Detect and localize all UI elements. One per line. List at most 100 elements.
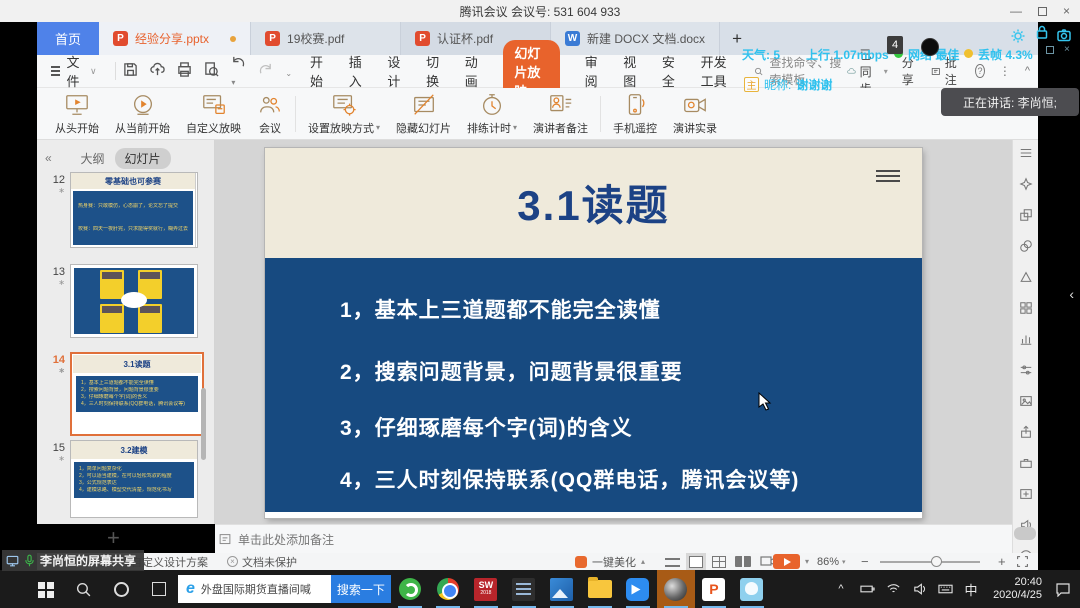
fit-screen-icon[interactable] bbox=[1016, 553, 1029, 570]
app-photos-icon[interactable] bbox=[543, 570, 581, 608]
toolbox-icon[interactable] bbox=[1019, 456, 1033, 475]
share-button[interactable]: 分享 bbox=[902, 54, 917, 88]
tool-meeting[interactable]: 会议 bbox=[249, 92, 291, 136]
slide-body-block[interactable]: 1，基本上三道题都不能完全读懂 2，搜索问题背景，问题背景很重要 3，仔细琢磨每… bbox=[265, 258, 922, 512]
chart-icon[interactable] bbox=[1019, 332, 1033, 351]
normal-view-icon[interactable] bbox=[689, 556, 703, 568]
tab-review[interactable]: 审阅 bbox=[585, 52, 599, 90]
ime-indicator[interactable]: 中 bbox=[960, 574, 982, 604]
slide-thumbnail-12[interactable]: 零基础也可参赛 热身赛：只敢模仿，心态崩了，论文忘了提交 校赛：四天一夜肝完，只… bbox=[70, 172, 198, 248]
tray-expand-icon[interactable]: ^ bbox=[830, 574, 852, 604]
clock[interactable]: 20:40 2020/4/25 bbox=[986, 576, 1042, 602]
tab-doc-pptx[interactable]: P 经验分享.pptx bbox=[99, 22, 251, 55]
collapse-panel-icon[interactable]: « bbox=[45, 151, 52, 165]
minimize-icon[interactable]: — bbox=[1010, 5, 1022, 17]
slide-point[interactable]: 2，搜索问题背景，问题背景很重要 bbox=[340, 356, 683, 386]
zoom-in-button[interactable]: + bbox=[998, 553, 1006, 570]
avatar[interactable] bbox=[921, 38, 939, 56]
save-icon[interactable] bbox=[123, 62, 138, 80]
undo-icon[interactable]: ▾ bbox=[231, 55, 246, 88]
slide-title[interactable]: 3.1读题 bbox=[265, 148, 922, 233]
taskbar-search-icon[interactable] bbox=[64, 570, 102, 608]
output-icon[interactable] bbox=[150, 62, 165, 80]
image-icon[interactable] bbox=[1019, 394, 1033, 413]
slide-thumbnail-15[interactable]: 3.2建模 1，简单问题复杂化 2，可以适当建模，在可以轻松驾驭的程度 3，公式… bbox=[70, 440, 198, 518]
app-tencent-meeting-icon[interactable] bbox=[619, 570, 657, 608]
notes-view-icon[interactable] bbox=[665, 558, 680, 567]
tool-from-current[interactable]: 从当前开始 bbox=[107, 92, 178, 136]
slide-point[interactable]: 4，三人时刻保持联系(QQ群电话，腾讯会议等) bbox=[340, 464, 799, 494]
tab-home[interactable]: 首页 bbox=[37, 22, 99, 55]
tab-transition[interactable]: 切换 bbox=[426, 52, 440, 90]
tool-setup-show[interactable]: 设置放映方式 bbox=[300, 92, 388, 136]
cortana-icon[interactable] bbox=[102, 570, 140, 608]
app-wps-icon[interactable]: P bbox=[695, 570, 733, 608]
slide-title-block[interactable]: 3.1读题 bbox=[265, 148, 922, 258]
start-button[interactable] bbox=[26, 570, 64, 608]
menu-icon[interactable] bbox=[1019, 146, 1033, 165]
wifi-icon[interactable] bbox=[882, 574, 904, 604]
properties-icon[interactable] bbox=[1019, 363, 1033, 382]
beautify-button[interactable]: 一键美化 bbox=[575, 553, 645, 570]
zoom-level[interactable]: 86% bbox=[817, 553, 846, 570]
reading-view-icon[interactable] bbox=[735, 556, 751, 567]
zoom-out-button[interactable]: − bbox=[861, 553, 869, 570]
tab-home-ribbon[interactable]: 开始 bbox=[310, 52, 324, 90]
triangle-icon[interactable] bbox=[1019, 270, 1033, 289]
tool-from-beginning[interactable]: 从头开始 bbox=[47, 92, 107, 136]
play-options-caret-icon[interactable]: ▾ bbox=[805, 553, 809, 570]
touch-keyboard-icon[interactable] bbox=[934, 574, 956, 604]
app-stock-icon[interactable] bbox=[505, 570, 543, 608]
slide-thumbnail-13[interactable] bbox=[70, 264, 198, 338]
sidebar-scrollbar[interactable] bbox=[201, 388, 206, 460]
tool-hide-slide[interactable]: 隐藏幻灯片 bbox=[388, 92, 459, 136]
tab-security[interactable]: 安全 bbox=[662, 52, 676, 90]
effects-icon[interactable] bbox=[1019, 177, 1033, 196]
document-protect-status[interactable]: 文档未保护 bbox=[227, 553, 297, 570]
comment-button[interactable]: 批注 bbox=[931, 54, 961, 88]
lock-icon[interactable] bbox=[1034, 24, 1050, 40]
layout-grid-icon[interactable] bbox=[1019, 301, 1033, 320]
more-options-icon[interactable]: ⋮ bbox=[999, 64, 1011, 78]
tab-animation[interactable]: 动画 bbox=[465, 52, 479, 90]
gear-icon[interactable] bbox=[1010, 28, 1026, 44]
restore-window-icon[interactable] bbox=[1046, 46, 1054, 54]
tool-rehearse-timing[interactable]: 排练计时 bbox=[459, 92, 525, 136]
app-solidworks-icon[interactable]: SW2018 bbox=[467, 570, 505, 608]
ie-search-button[interactable]: 搜索一下 bbox=[331, 575, 391, 603]
file-menu-button[interactable]: 文件 bbox=[37, 52, 107, 90]
export-icon[interactable] bbox=[1019, 425, 1033, 444]
tab-outline[interactable]: 大纲 bbox=[80, 150, 104, 167]
tab-insert[interactable]: 插入 bbox=[349, 52, 363, 90]
circle-shapes-icon[interactable] bbox=[1019, 239, 1033, 258]
close-icon[interactable]: × bbox=[1063, 5, 1070, 17]
slide-point[interactable]: 3，仔细琢磨每个字(词)的含义 bbox=[340, 412, 633, 442]
slide-point[interactable]: 1，基本上三道题都不能完全读懂 bbox=[340, 294, 661, 324]
redo-icon[interactable] bbox=[258, 62, 273, 80]
screen-share-banner[interactable]: 李尚恒的屏幕共享 bbox=[2, 550, 144, 571]
maximize-icon[interactable] bbox=[1038, 7, 1047, 16]
app-file-explorer-icon[interactable] bbox=[581, 570, 619, 608]
battery-icon[interactable] bbox=[856, 574, 878, 604]
action-center-icon[interactable] bbox=[1046, 582, 1080, 597]
tab-slides[interactable]: 幻灯片 bbox=[115, 148, 171, 169]
app-active-window-icon[interactable] bbox=[657, 570, 695, 608]
app-chrome-icon[interactable] bbox=[429, 570, 467, 608]
slide-thumbnail-14[interactable]: 3.1读题 1，基本上三道题都不能完全读懂 2，搜索问题背景，问题背景很重要 3… bbox=[73, 355, 201, 433]
play-slideshow-button[interactable] bbox=[773, 554, 800, 569]
print-icon[interactable] bbox=[177, 62, 192, 80]
notes-bar[interactable]: 单击此处添加备注 bbox=[215, 524, 1012, 553]
tool-speech-record[interactable]: 演讲实录 bbox=[665, 92, 725, 136]
current-slide[interactable]: 3.1读题 1，基本上三道题都不能完全读懂 2，搜索问题背景，问题背景很重要 3… bbox=[265, 148, 922, 518]
tool-phone-remote[interactable]: 手机遥控 bbox=[605, 92, 665, 136]
app-360-browser-icon[interactable] bbox=[391, 570, 429, 608]
task-view-icon[interactable] bbox=[140, 570, 178, 608]
zoom-slider-track[interactable] bbox=[880, 561, 980, 563]
tab-design[interactable]: 设计 bbox=[387, 52, 401, 90]
shapes-icon[interactable] bbox=[1019, 208, 1033, 227]
collapse-ribbon-icon[interactable]: ^ bbox=[1025, 65, 1030, 77]
right-scrollbar-thumb[interactable] bbox=[1014, 527, 1036, 540]
tool-custom-show[interactable]: 自定义放映 bbox=[178, 92, 249, 136]
add-slide-button[interactable]: + bbox=[107, 528, 120, 548]
ie-search-box[interactable]: e 外盘国际期货直播间喊 bbox=[178, 575, 331, 603]
